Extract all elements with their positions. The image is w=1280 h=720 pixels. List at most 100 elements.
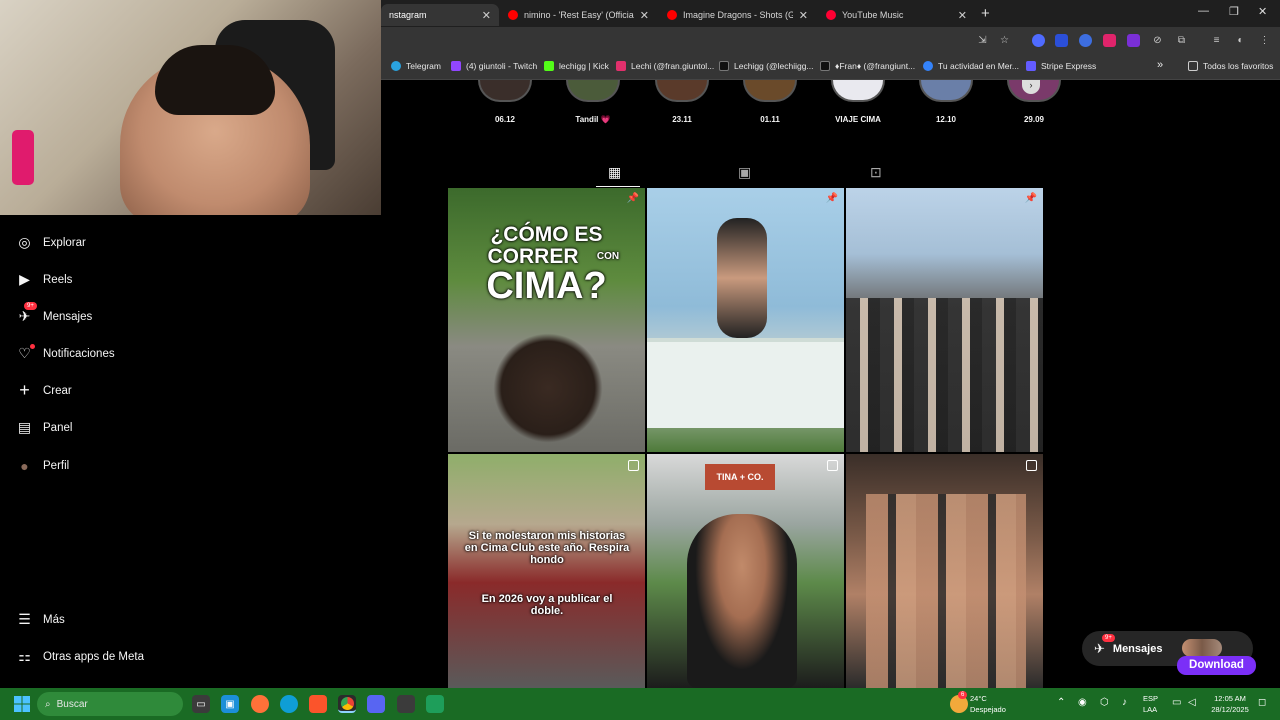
compass-icon: ◎ [18,234,31,250]
sidebar-item-mensajes[interactable]: ✈ 9+ Mensajes [16,302,92,325]
close-tab-icon[interactable]: ✕ [482,9,491,22]
sidebar-item-label: Explorar [43,236,86,249]
clock-time[interactable]: 12:05 AM [1205,694,1255,704]
windows-start-icon[interactable] [13,695,31,713]
extension-icon[interactable] [1103,34,1116,47]
handstand-person [717,218,767,338]
browser-menu-icon[interactable]: ⋮ [1258,34,1271,47]
taskbar-search[interactable]: ⌕ Buscar [37,692,183,716]
task-view-icon[interactable]: ▭ [192,695,210,713]
language-code[interactable]: ESP [1143,694,1158,704]
menu-icon: ☰ [18,611,31,627]
highlight-label: VIAJE CIMA [835,115,881,124]
bookmark-mercadolibre[interactable]: Tu actividad en Mer... [923,61,1019,71]
microphone-icon[interactable]: ♪ [1122,698,1127,708]
bookmark-star-icon[interactable]: ☆ [998,34,1011,47]
tab-instagram[interactable]: nstagram ✕ [381,4,499,26]
bookmark-kick[interactable]: lechigg | Kick [544,61,609,71]
tab-youtube-music[interactable]: YouTube Music ✕ [818,4,975,26]
highlight-cover [478,80,532,102]
chevron-up-icon[interactable]: ⌃ [1057,698,1065,708]
store-icon[interactable]: ▣ [221,695,239,713]
sidebar-item-explorar[interactable]: ◎ Explorar [16,234,86,251]
messenger-icon: ✈ 9+ [1094,633,1115,657]
defender-icon[interactable]: ⬡ [1100,698,1109,708]
bookmark-twitch[interactable]: (4) giuntoli - Twitch [451,61,537,71]
highlight-label: 23.11 [672,115,692,124]
instagram-icon [616,61,626,71]
restore-button[interactable]: ❐ [1229,5,1239,18]
language-layout[interactable]: LAA [1143,705,1157,715]
obs-icon[interactable] [426,695,444,713]
discord-icon[interactable] [367,695,385,713]
tab-youtube-shots[interactable]: Imagine Dragons - Shots (Grav ✕ [659,4,816,26]
sidebar-item-perfil[interactable]: ● Perfil [16,457,69,474]
sidebar-item-panel[interactable]: ▤ Panel [16,419,73,436]
new-tab-button[interactable]: + [981,5,990,22]
story-highlight[interactable]: 12.10 [919,80,973,124]
media-control-icon[interactable]: ≡ [1210,34,1223,47]
story-highlight[interactable]: VIAJE CIMA [831,80,885,124]
tab-youtube-rest-easy[interactable]: nimino - 'Rest Easy' (Official M ✕ [500,4,657,26]
bookmark-x[interactable]: ♦Fran♦ (@frangiunt... [820,61,915,71]
extension-icon[interactable]: ⊘ [1151,34,1164,47]
notification-bell-icon[interactable]: ◻ [1258,698,1266,708]
story-highlight[interactable]: 06.12 [478,80,532,124]
extensions-puzzle-icon[interactable]: ⧉ [1175,34,1188,47]
reel-icon [1026,460,1037,471]
bookmark-instagram[interactable]: Lechi (@fran.giuntol... [616,61,714,71]
sidebar-item-label: Más [43,613,65,626]
discord-tray-icon[interactable]: ◉ [1078,698,1087,708]
sidebar-item-notificaciones[interactable]: ♡ Notificaciones [16,344,115,362]
sidebar-item-meta-apps[interactable]: ⚏ Otras apps de Meta [16,648,144,665]
post-tile[interactable] [846,454,1043,688]
story-highlight[interactable]: 23.11 [655,80,709,124]
brave-icon[interactable] [309,695,327,713]
post-tile[interactable]: 📌 [647,188,844,452]
app-icon[interactable] [397,695,415,713]
edge-icon[interactable] [280,695,298,713]
story-highlight[interactable]: 01.11 [743,80,797,124]
tagged-icon[interactable]: ⊡ [870,164,882,181]
firefox-icon[interactable] [251,695,269,713]
bookmark-telegram[interactable]: Telegram [391,61,441,71]
post-tile[interactable]: 📌 ¿CÓMO ES CORRER CON CIMA? [448,188,645,452]
sidebar-item-reels[interactable]: ▶ Reels [16,271,72,288]
close-window-button[interactable]: ✕ [1258,5,1267,18]
sidebar-item-crear[interactable]: + Crear [16,380,72,400]
close-tab-icon[interactable]: ✕ [799,9,808,22]
profile-icon[interactable]: ◐ [1234,34,1247,47]
store-sign: TINA + CO. [705,464,775,490]
extension-icon[interactable] [1079,34,1092,47]
chrome-icon[interactable] [338,695,356,713]
extension-icon[interactable] [1127,34,1140,47]
all-favorites-folder[interactable]: Todos los favoritos [1188,61,1273,71]
minimize-button[interactable]: — [1198,5,1209,17]
youtube-icon [508,10,518,20]
running-crowd [846,298,1043,452]
grid-icon[interactable]: ▦ [608,164,621,181]
bookmark-label: Lechi (@fran.giuntol... [631,61,715,71]
tab-title: Imagine Dragons - Shots (Grav [683,10,793,20]
network-icon[interactable]: ▭ [1172,698,1181,708]
pin-icon: 📌 [1024,193,1037,204]
download-button[interactable]: Download [1177,656,1256,675]
story-highlight[interactable]: Tandil 💗 [566,80,620,124]
reels-tab-icon[interactable]: ▣ [738,164,751,181]
sidebar-item-mas[interactable]: ☰ Más [16,611,65,628]
pin-icon: 📌 [825,193,838,204]
bookmark-tiktok[interactable]: Lechigg (@lechiigg... [719,61,814,71]
post-tile[interactable]: TINA + CO. [647,454,844,688]
extension-icon[interactable] [1032,34,1045,47]
extension-icon[interactable] [1055,34,1068,47]
clock-date[interactable]: 28/12/2025 [1205,705,1255,715]
bookmarks-overflow-button[interactable]: » [1157,59,1163,71]
close-tab-icon[interactable]: ✕ [640,9,649,22]
post-tile[interactable]: 📌 [846,188,1043,452]
install-app-icon[interactable]: ⇲ [976,34,989,47]
bookmark-stripe[interactable]: Stripe Express [1026,61,1096,71]
weather-icon[interactable]: 6 [950,691,968,713]
post-tile[interactable]: Si te molestaron mis historias en Cima C… [448,454,645,688]
close-tab-icon[interactable]: ✕ [958,9,967,22]
volume-icon[interactable]: ◁ [1188,698,1196,708]
